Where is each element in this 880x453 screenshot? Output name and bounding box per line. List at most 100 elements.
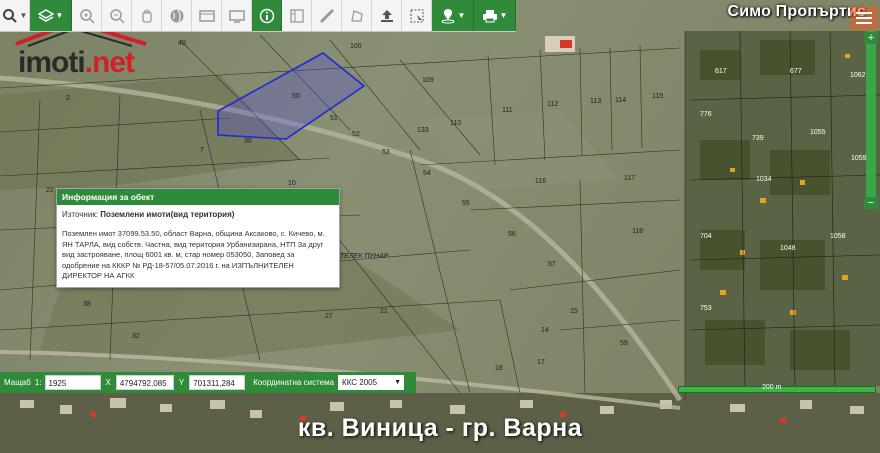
svg-text:50: 50 xyxy=(292,93,300,100)
layers-icon xyxy=(37,8,54,22)
select-area-icon xyxy=(410,9,423,23)
svg-text:14: 14 xyxy=(541,327,549,334)
hand-icon xyxy=(141,8,152,23)
y-label: Y xyxy=(178,378,185,387)
svg-text:17: 17 xyxy=(537,359,545,366)
info-panel-title: Информация за обект xyxy=(57,189,339,205)
x-label: X xyxy=(105,378,111,387)
zoom-in-icon xyxy=(79,8,95,24)
svg-text:115: 115 xyxy=(652,93,663,100)
info-source: Източник: Поземлени имоти(вид територия) xyxy=(62,210,235,219)
svg-text:1058: 1058 xyxy=(830,233,846,240)
zoom-in-button[interactable] xyxy=(72,0,102,31)
svg-text:2: 2 xyxy=(66,95,70,102)
svg-text:15: 15 xyxy=(570,308,578,315)
zoom-out-icon xyxy=(109,8,125,24)
svg-text:52: 52 xyxy=(352,131,360,138)
svg-text:40: 40 xyxy=(178,40,186,47)
print-button[interactable]: ▼ xyxy=(474,0,516,31)
location-caption: кв. Виница - гр. Варна xyxy=(297,414,583,442)
globe-button[interactable] xyxy=(162,0,192,31)
select-area-button[interactable] xyxy=(402,0,432,31)
upload-icon xyxy=(380,9,393,22)
svg-text:21: 21 xyxy=(380,308,388,315)
svg-text:7: 7 xyxy=(200,147,204,154)
coordinates-bar: Мащаб 1: 1925 X 4794792,085 Y 701311,284… xyxy=(0,372,416,393)
svg-text:133: 133 xyxy=(417,127,429,134)
ruler-icon xyxy=(319,8,334,23)
area-measure-button[interactable] xyxy=(282,0,312,31)
zoom-minus-button[interactable]: − xyxy=(864,197,878,209)
map-toolbar: ▼ ▼ ▼ ▼ xyxy=(0,0,516,32)
info-button[interactable] xyxy=(252,0,282,31)
svg-text:56: 56 xyxy=(508,231,516,238)
svg-text:57: 57 xyxy=(548,261,556,268)
svg-text:18: 18 xyxy=(495,365,503,372)
svg-text:100: 100 xyxy=(350,43,362,50)
svg-text:113: 113 xyxy=(590,98,601,105)
info-icon xyxy=(259,8,274,23)
svg-text:22: 22 xyxy=(46,187,54,194)
svg-text:53: 53 xyxy=(382,149,390,156)
svg-text:1059: 1059 xyxy=(851,155,867,162)
svg-text:111: 111 xyxy=(502,107,513,114)
svg-text:116: 116 xyxy=(535,178,546,185)
map-pin-icon xyxy=(441,8,455,23)
svg-text:704: 704 xyxy=(700,233,712,240)
globe-icon xyxy=(170,9,183,22)
scale-input[interactable]: 1925 xyxy=(44,375,101,390)
svg-text:677: 677 xyxy=(790,68,802,75)
svg-text:112: 112 xyxy=(547,101,558,108)
scale-label: Мащаб xyxy=(4,378,31,387)
svg-text:59: 59 xyxy=(620,340,628,347)
map-scale-text: 200 m xyxy=(762,384,782,391)
window-frame-icon xyxy=(198,9,215,22)
svg-text:1055: 1055 xyxy=(810,129,826,136)
object-info-panel: Информация за обект Източник: Поземлени … xyxy=(56,188,340,288)
y-coordinate-input[interactable]: 701311,284 xyxy=(189,375,246,390)
company-name: Симо Пропъртис xyxy=(727,3,866,20)
svg-text:776: 776 xyxy=(700,111,712,118)
location-button[interactable]: ▼ xyxy=(432,0,474,31)
layers-button[interactable]: ▼ xyxy=(30,0,72,31)
svg-text:30: 30 xyxy=(244,138,252,145)
zoom-slider[interactable] xyxy=(866,31,876,207)
svg-text:117: 117 xyxy=(624,175,635,182)
svg-text:1048: 1048 xyxy=(780,245,796,252)
svg-text:753: 753 xyxy=(700,305,712,312)
svg-text:118: 118 xyxy=(632,228,643,235)
distance-measure-button[interactable] xyxy=(312,0,342,31)
svg-text:54: 54 xyxy=(423,170,431,177)
svg-text:617: 617 xyxy=(715,68,727,75)
svg-text:1034: 1034 xyxy=(756,176,772,183)
print-icon xyxy=(482,9,497,22)
polygon-icon xyxy=(350,9,363,22)
search-button[interactable]: ▼ xyxy=(0,0,30,31)
svg-text:110: 110 xyxy=(450,120,461,127)
svg-text:10: 10 xyxy=(288,180,296,187)
area-label: ТЕЛЕК ПУНАР xyxy=(340,253,389,260)
svg-text:55: 55 xyxy=(462,200,470,207)
hamburger-menu-button[interactable] xyxy=(850,6,878,30)
zoom-plus-button[interactable]: + xyxy=(864,32,878,44)
polygon-button[interactable] xyxy=(342,0,372,31)
coordinate-system-select[interactable]: ККС 2005 ▼ xyxy=(338,375,405,390)
pan-button[interactable] xyxy=(132,0,162,31)
svg-text:739: 739 xyxy=(752,135,764,142)
svg-text:1062: 1062 xyxy=(850,72,866,79)
search-icon xyxy=(2,8,17,23)
upload-button[interactable] xyxy=(372,0,402,31)
window-frame-button[interactable] xyxy=(192,0,222,31)
svg-text:109: 109 xyxy=(422,77,434,84)
svg-text:32: 32 xyxy=(132,333,140,340)
svg-text:27: 27 xyxy=(325,313,333,320)
monitor-button[interactable] xyxy=(222,0,252,31)
coordinate-system-label: Координатна система xyxy=(253,378,335,387)
logo-text: imoti.net xyxy=(18,46,135,79)
x-coordinate-input[interactable]: 4794792,085 xyxy=(115,375,174,390)
zoom-out-button[interactable] xyxy=(102,0,132,31)
chevron-down-icon: ▼ xyxy=(394,379,402,386)
monitor-icon xyxy=(228,9,245,23)
svg-text:114: 114 xyxy=(615,97,626,104)
svg-text:38: 38 xyxy=(83,301,91,308)
